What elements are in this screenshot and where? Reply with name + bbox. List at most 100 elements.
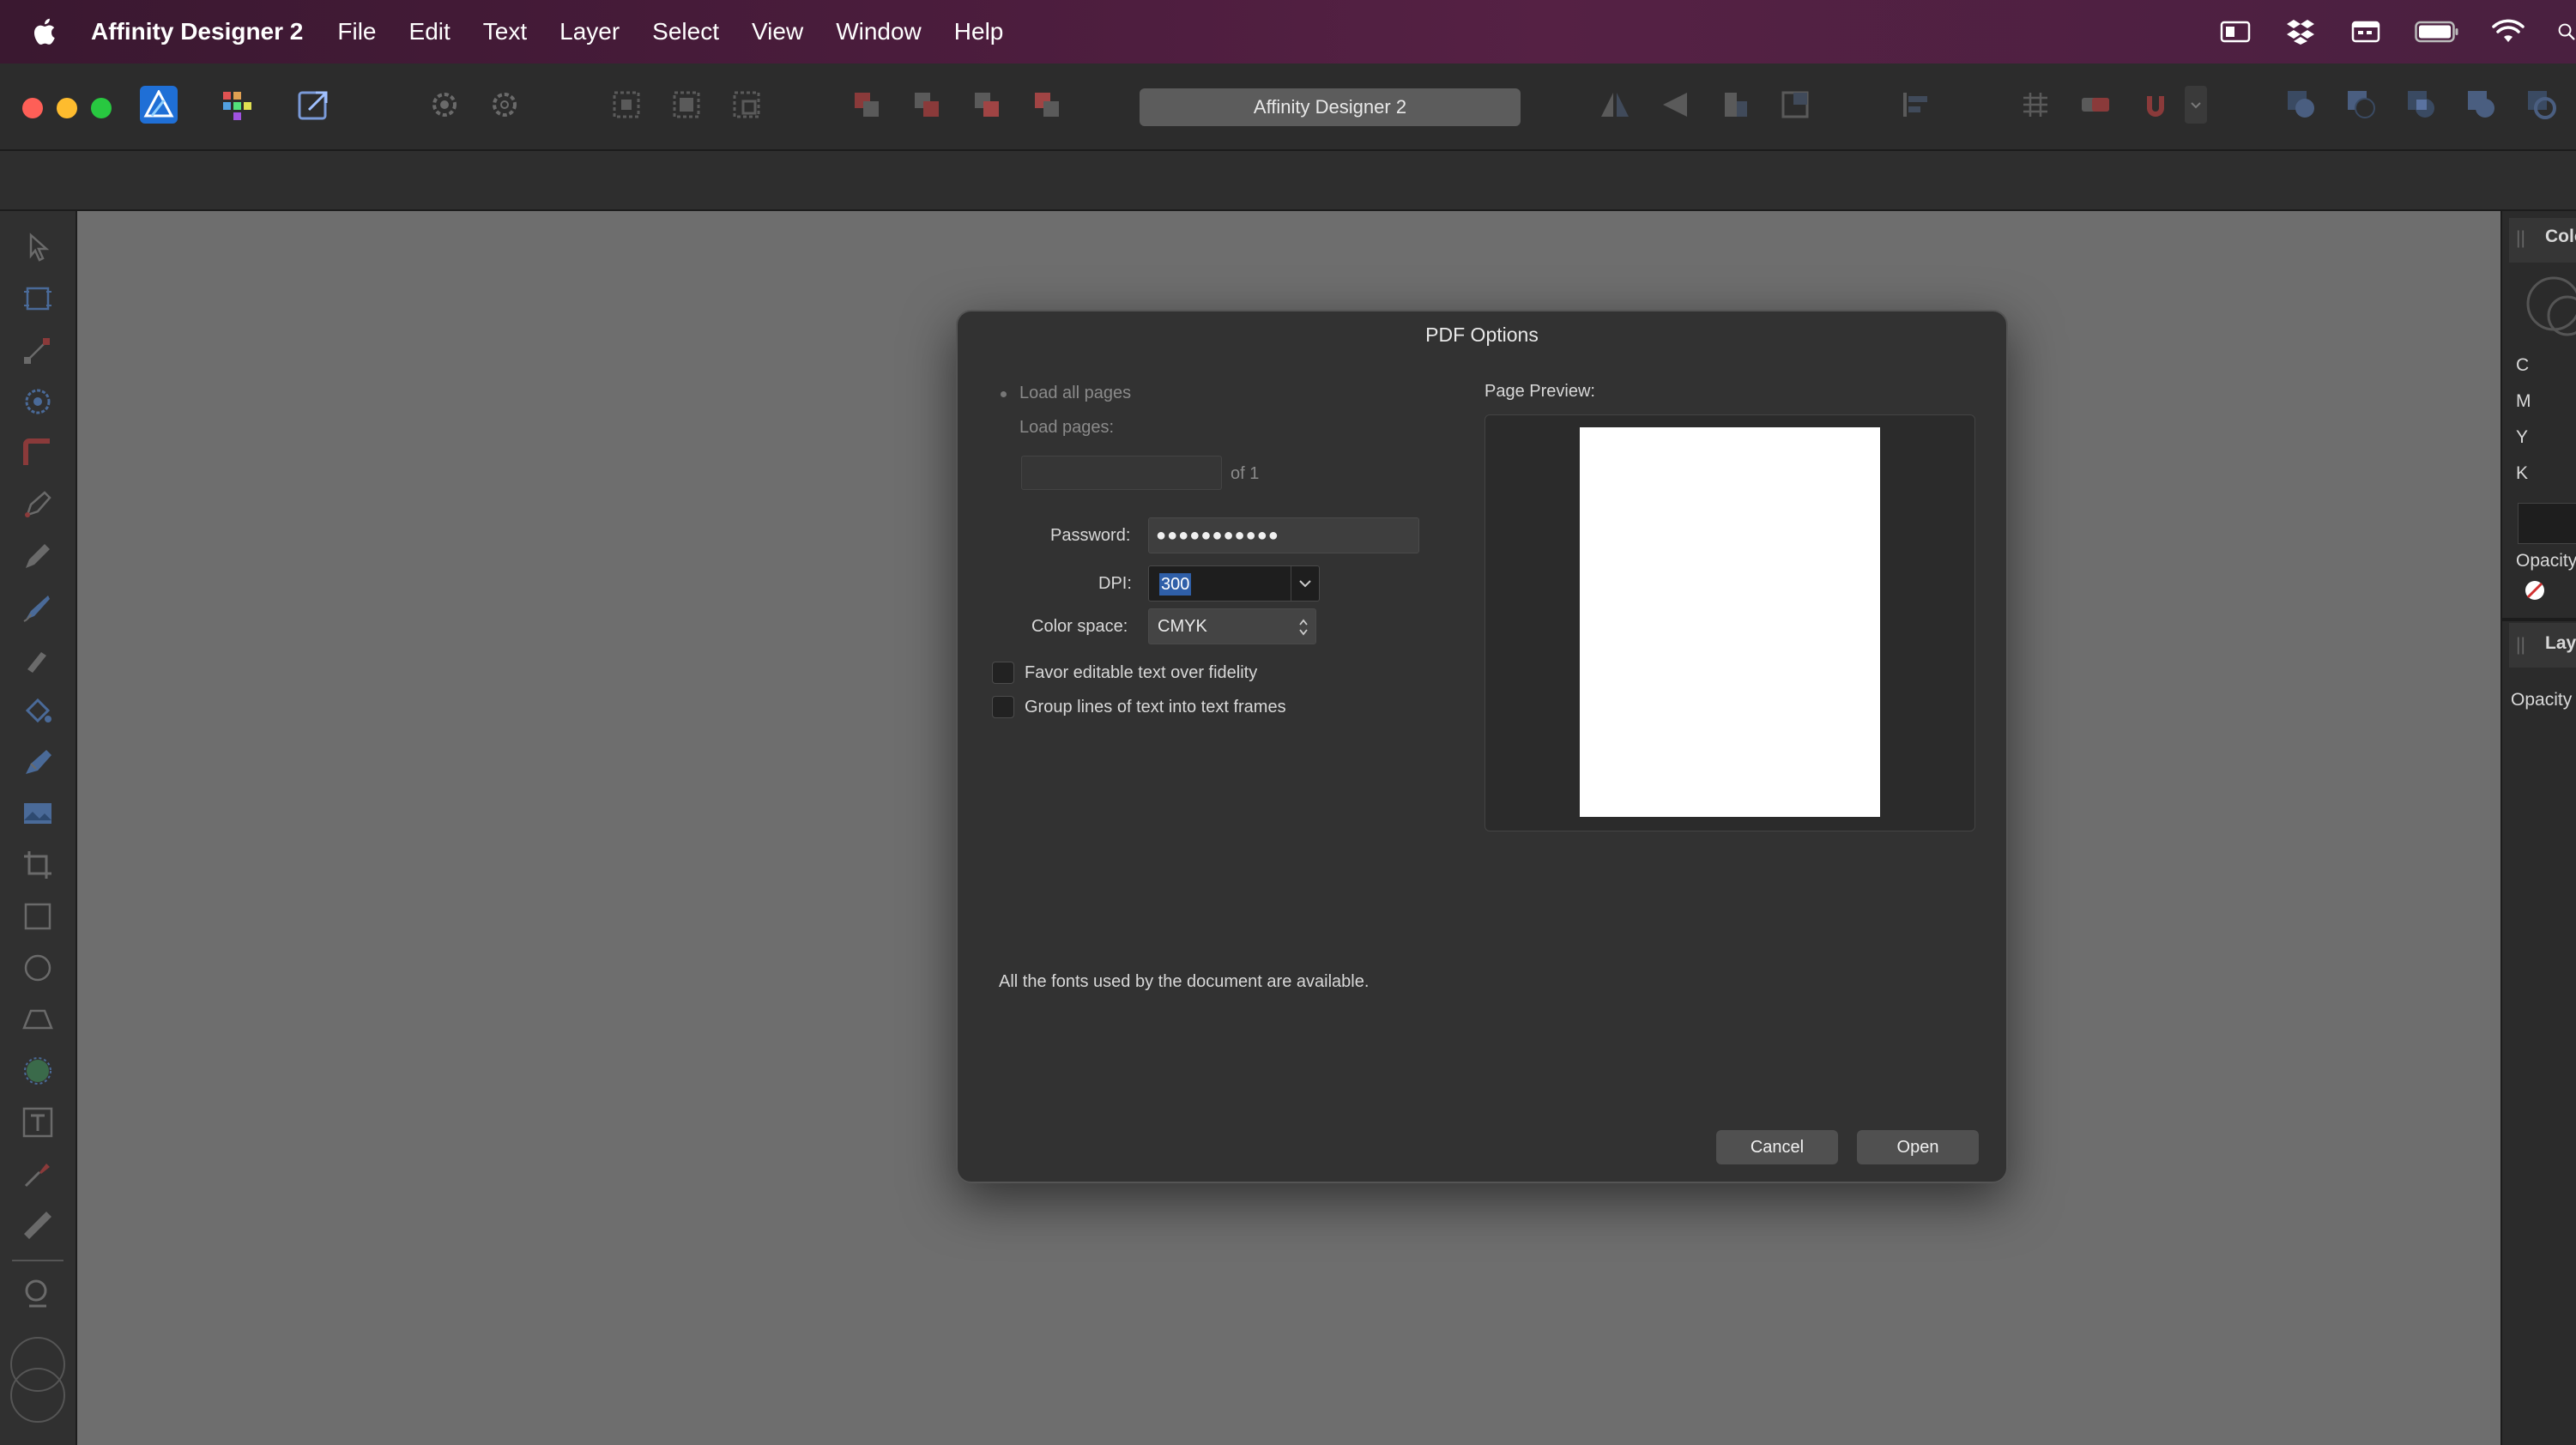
color-tab-label[interactable]: Colo	[2545, 227, 2576, 247]
grid-icon[interactable]	[2017, 86, 2054, 124]
intersect-boolean-icon[interactable]	[2403, 86, 2440, 124]
menu-select[interactable]: Select	[652, 18, 719, 45]
layers-tab-label[interactable]: Laye	[2545, 633, 2576, 654]
place-image-tool-icon[interactable]	[21, 796, 55, 831]
menu-window[interactable]: Window	[836, 18, 922, 45]
open-button[interactable]: Open	[1857, 1130, 1979, 1164]
password-field[interactable]: ●●●●●●●●●●●	[1148, 517, 1419, 553]
add-boolean-icon[interactable]	[2283, 86, 2320, 124]
dialog-title: PDF Options	[1425, 323, 1539, 346]
text-tool-icon[interactable]	[21, 1105, 55, 1140]
move-to-front-icon[interactable]	[1028, 86, 1066, 124]
page-count-label: of 1	[1231, 464, 1260, 483]
artboard-tool-icon[interactable]	[21, 281, 55, 316]
snap-icon[interactable]	[2077, 86, 2114, 124]
divide-boolean-icon[interactable]	[2523, 86, 2561, 124]
vector-brush-tool-icon[interactable]	[21, 590, 55, 625]
pen-tool-icon[interactable]	[21, 487, 55, 522]
dpi-value[interactable]: 300	[1159, 573, 1192, 596]
transparency-tool-icon[interactable]	[21, 745, 55, 779]
fill-tool-icon[interactable]	[21, 693, 55, 728]
ellipse-tool-icon[interactable]	[21, 951, 55, 985]
insert-front-icon[interactable]	[728, 86, 765, 124]
align-icon[interactable]	[1896, 86, 1934, 124]
paint-brush-tool-icon[interactable]	[21, 642, 55, 676]
node-tool-icon[interactable]	[21, 333, 55, 367]
menu-file[interactable]: File	[337, 18, 376, 45]
calendar-icon[interactable]	[2349, 19, 2382, 45]
no-fill-icon[interactable]	[2523, 578, 2547, 602]
apple-icon[interactable]	[31, 15, 60, 48]
flip-vertical-icon[interactable]	[1656, 86, 1694, 124]
trapezoid-tool-icon[interactable]	[21, 1002, 55, 1037]
load-pages-label[interactable]: Load pages:	[1019, 418, 1114, 438]
battery-icon[interactable]	[2415, 19, 2459, 45]
color-wheel-icon[interactable]	[2521, 273, 2576, 342]
cancel-button[interactable]: Cancel	[1716, 1130, 1838, 1164]
fonts-status-text: All the fonts used by the document are a…	[999, 972, 1370, 991]
color-opacity-label: Opacity	[2516, 551, 2576, 571]
rotate-left-icon[interactable]	[1716, 86, 1754, 124]
insert-behind-icon[interactable]	[668, 86, 705, 124]
layers-opacity-label: Opacity	[2511, 690, 2573, 710]
pencil-tool-icon[interactable]	[21, 539, 55, 573]
rectangle-tool-icon[interactable]	[21, 899, 55, 934]
move-tool-icon[interactable]	[21, 230, 55, 264]
tools-panel	[0, 211, 77, 1445]
minimize-window-button[interactable]	[57, 98, 77, 118]
select-updown-icon	[1299, 619, 1308, 636]
measure-tool-icon[interactable]	[21, 1208, 55, 1242]
designer-persona-icon[interactable]	[140, 86, 178, 124]
pixel-persona-icon[interactable]	[219, 86, 257, 124]
dpi-combo-box[interactable]: 300	[1148, 565, 1320, 602]
color-space-select[interactable]: CMYK	[1148, 608, 1316, 644]
point-transform-tool-icon[interactable]	[21, 436, 55, 470]
color-space-value: CMYK	[1158, 616, 1207, 636]
password-label: Password:	[1050, 526, 1131, 545]
corner-tool-icon[interactable]	[21, 384, 55, 419]
rotate-right-icon[interactable]	[1776, 86, 1814, 124]
subtract-boolean-icon[interactable]	[2343, 86, 2380, 124]
load-pages-input[interactable]	[1021, 456, 1222, 490]
move-back-one-icon[interactable]	[848, 86, 886, 124]
yellow-channel-label: Y	[2516, 427, 2529, 447]
move-to-back-icon[interactable]	[908, 86, 946, 124]
color-picker-tool-icon[interactable]	[21, 1157, 55, 1191]
magnet-icon[interactable]	[2137, 86, 2174, 124]
wifi-icon[interactable]	[2492, 19, 2525, 45]
menu-help[interactable]: Help	[954, 18, 1004, 45]
snapping-gear-icon[interactable]	[486, 86, 523, 124]
dpi-dropdown-chevron-icon[interactable]	[1291, 566, 1319, 601]
panel-grip-icon: ||	[2516, 228, 2525, 248]
favor-editable-label[interactable]: Favor editable text over fidelity	[1025, 663, 1257, 683]
insert-inside-icon[interactable]	[608, 86, 645, 124]
menu-edit[interactable]: Edit	[409, 18, 450, 45]
snap-options-chevron-icon[interactable]	[2185, 86, 2207, 124]
export-persona-icon[interactable]	[295, 86, 333, 124]
flip-horizontal-icon[interactable]	[1596, 86, 1634, 124]
group-lines-checkbox[interactable]	[992, 696, 1014, 718]
spotlight-icon[interactable]	[2557, 19, 2576, 45]
zoom-window-button[interactable]	[91, 98, 112, 118]
color-hex-field[interactable]	[2518, 503, 2576, 544]
dropbox-icon[interactable]	[2284, 19, 2317, 45]
load-all-pages-label[interactable]: Load all pages	[1019, 384, 1131, 403]
menu-view[interactable]: View	[752, 18, 803, 45]
group-lines-label[interactable]: Group lines of text into text frames	[1025, 698, 1286, 717]
favor-editable-checkbox[interactable]	[992, 662, 1014, 684]
crop-tool-icon[interactable]	[21, 848, 55, 882]
settings-gear-icon[interactable]	[426, 86, 463, 124]
menu-layer[interactable]: Layer	[559, 18, 620, 45]
menu-bar: Affinity Designer 2 File Edit Text Layer…	[0, 0, 2576, 63]
pdf-options-dialog: PDF Options Load all pages Load pages: o…	[956, 310, 2008, 1183]
xor-boolean-icon[interactable]	[2463, 86, 2500, 124]
secondary-color-swatch[interactable]	[10, 1368, 65, 1423]
display-icon[interactable]	[2219, 19, 2252, 45]
menu-text[interactable]: Text	[483, 18, 527, 45]
close-window-button[interactable]	[22, 98, 43, 118]
menu-app-name[interactable]: Affinity Designer 2	[91, 18, 303, 45]
move-forward-one-icon[interactable]	[968, 86, 1006, 124]
load-all-pages-radio[interactable]	[1001, 391, 1007, 397]
zoom-tool-icon[interactable]	[21, 1277, 55, 1311]
shape-tool-icon[interactable]	[21, 1054, 55, 1088]
